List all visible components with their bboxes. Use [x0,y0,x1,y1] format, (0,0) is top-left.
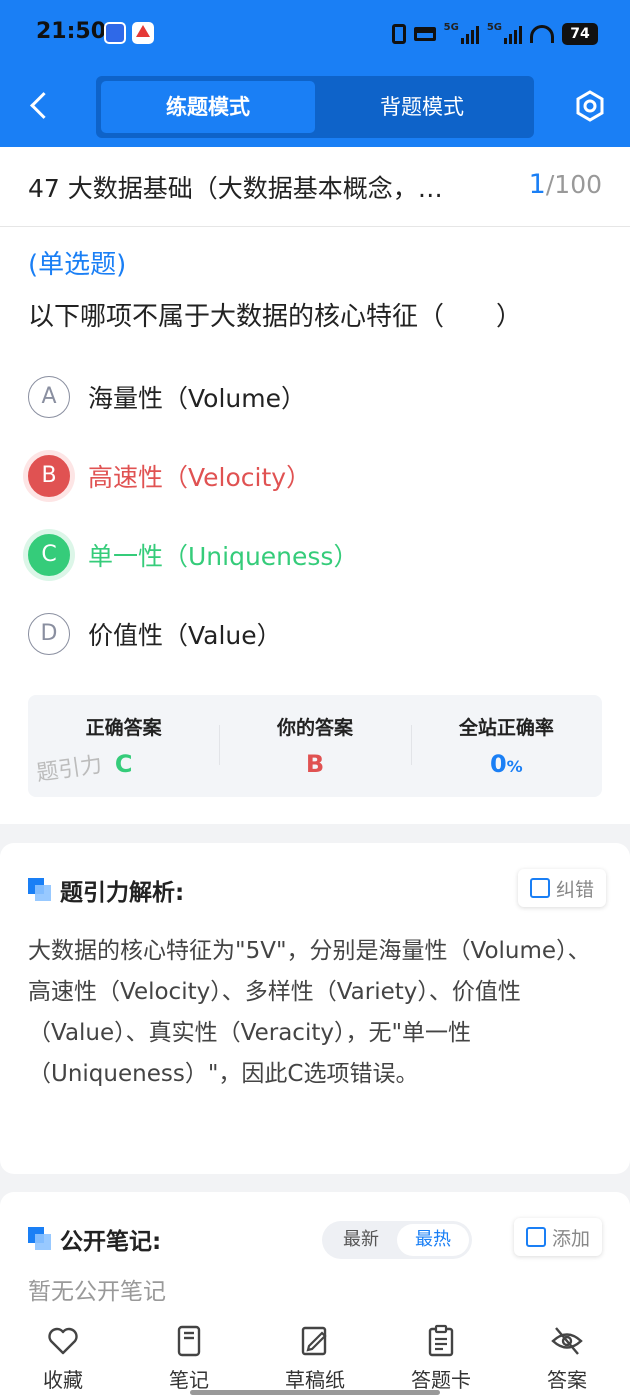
your-answer-block: 你的答案 B [219,695,410,797]
question-progress: 1/100 [529,169,602,200]
total-questions: /100 [545,170,602,199]
signal-icon [460,24,479,44]
analysis-text: 大数据的核心特征为"5V"，分别是海量性（Volume）、高速性（Velocit… [28,938,591,1087]
option-letter: B [28,455,70,497]
add-note-button[interactable]: 添加 [514,1218,603,1256]
top-bar: 21:50 5G 5G 74 练题模式 背题模式 [0,0,630,147]
network-label-1: 5G [443,22,459,33]
accuracy-block: 全站正确率 0% [410,695,602,797]
nav-draft[interactable]: 草稿纸 [252,1318,378,1400]
report-error-button[interactable]: 纠错 [518,869,607,907]
question-header: 47 大数据基础（大数据基本概念，… 1/100 [0,147,630,227]
nav-answer-sheet[interactable]: 答题卡 [378,1318,504,1400]
option-text: 单一性（Uniqueness） [88,542,359,571]
notes-card: 公开笔记: 最新 最热 添加 暂无公开笔记 [0,1192,630,1322]
home-indicator[interactable] [190,1390,440,1395]
network-label-2: 5G [486,22,502,33]
accuracy-unit: % [506,757,523,776]
comment-icon [526,1227,546,1247]
nav-label: 答题卡 [411,1368,471,1392]
app-notification-icon-2 [132,22,154,44]
accuracy-number: 0 [489,750,507,778]
notes-heading: 公开笔记: [28,1222,161,1256]
notebook-icon [177,1325,201,1357]
question-type: (单选题) [28,250,127,280]
notes-sort-toggle: 最新 最热 [322,1221,472,1259]
add-note-label: 添加 [552,1227,591,1250]
accuracy-value: 0% [411,750,602,778]
answer-summary: 正确答案 C 题引力 你的答案 B 全站正确率 0% [28,695,602,797]
analysis-heading: 题引力解析: [28,873,184,907]
report-error-label: 纠错 [556,878,595,901]
edit-icon [530,878,550,898]
no-notes-text: 暂无公开笔记 [28,1279,166,1305]
question-text: 以下哪项不属于大数据的核心特征（ ） [28,302,523,332]
tab-memorize-mode[interactable]: 背题模式 [315,81,529,133]
bottom-nav: 收藏 笔记 草稿纸 答题卡 答案 [0,1318,630,1400]
section-square-icon [28,1227,52,1251]
your-answer-label: 你的答案 [276,717,353,739]
option-a[interactable]: A 海量性（Volume） [28,373,608,421]
option-d[interactable]: D 价值性（Value） [28,610,608,658]
nav-label: 笔记 [169,1368,209,1392]
tab-practice-mode[interactable]: 练题模式 [101,81,315,133]
sort-newest[interactable]: 最新 [325,1224,397,1256]
nav-favorite[interactable]: 收藏 [0,1318,126,1400]
mode-switch: 练题模式 背题模式 [96,76,534,138]
option-text: 高速性（Velocity） [88,463,312,492]
section-square-icon [28,878,52,902]
chapter-title[interactable]: 47 大数据基础（大数据基本概念，… [28,169,488,205]
status-bar: 21:50 5G 5G 74 [0,0,630,68]
option-text: 海量性（Volume） [88,384,306,413]
draft-icon [301,1326,327,1356]
nav-label: 答案 [547,1368,587,1392]
nav-label: 草稿纸 [285,1368,345,1392]
vibrate-icon [391,24,406,44]
analysis-title: 题引力解析: [60,880,185,906]
option-letter: D [28,613,70,655]
notes-title: 公开笔记: [60,1229,162,1255]
signal-icon-2 [504,24,522,44]
battery-icon: 74 [562,23,598,45]
nav-answer[interactable]: 答案 [504,1318,630,1400]
question-stem: (单选题) 以下哪项不属于大数据的核心特征（ ） [28,239,608,343]
wifi-icon [530,25,554,43]
nav-notes[interactable]: 笔记 [126,1318,252,1400]
settings-icon[interactable] [574,90,606,122]
question-card: 47 大数据基础（大数据基本概念，… 1/100 (单选题) 以下哪项不属于大数据… [0,147,630,824]
option-letter: A [28,376,70,418]
your-answer-value: B [305,750,325,778]
sort-hottest[interactable]: 最热 [397,1224,469,1256]
analysis-card: 题引力解析: 纠错 大数据的核心特征为"5V"，分别是海量性（Volume）、高… [0,843,630,1174]
option-b[interactable]: B 高速性（Velocity） [28,452,608,500]
status-time: 21:50 [36,19,107,44]
eye-off-icon [551,1327,583,1355]
accuracy-label: 全站正确率 [458,717,554,739]
correct-answer-block: 正确答案 C 题引力 [28,695,219,797]
option-c[interactable]: C 单一性（Uniqueness） [28,531,608,579]
app-notification-icon [104,22,126,44]
sleep-icon [413,27,436,41]
current-question-number: 1 [528,169,546,200]
status-icons: 5G 5G 74 [391,22,598,46]
option-letter: C [28,534,70,576]
back-arrow-icon[interactable] [28,92,52,122]
option-text: 价值性（Value） [88,621,282,650]
correct-answer-label: 正确答案 [85,717,162,739]
heart-icon [48,1327,78,1355]
answer-sheet-icon [428,1324,454,1357]
nav-label: 收藏 [43,1368,83,1392]
